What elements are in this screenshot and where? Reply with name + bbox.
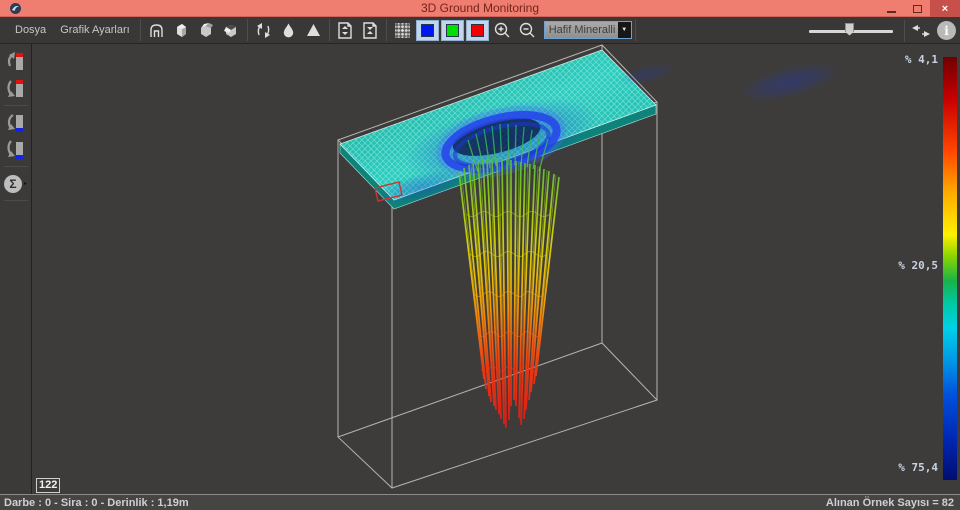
sidebar-separator <box>4 105 28 106</box>
color-scale-label-top: % 4,1 <box>905 53 938 66</box>
status-bar: Darbe : 0 - Sira : 0 - Derinlik : 1,19m … <box>0 494 960 510</box>
minimize-button[interactable] <box>878 0 904 17</box>
funnel-curtain <box>459 158 559 428</box>
sidebar-rotate-red-1-button[interactable] <box>3 48 29 75</box>
slider-thumb[interactable] <box>845 23 854 36</box>
status-right-text: Alınan Örnek Sayısı = 82 <box>826 497 960 509</box>
rotate-column-blue-up-icon <box>5 111 27 135</box>
chevron-down-icon[interactable]: ▼ <box>618 22 631 38</box>
green-swatch-icon <box>446 24 459 37</box>
rotate-column-blue-down-icon <box>5 138 27 162</box>
caret-right-icon[interactable]: ▸ <box>24 180 27 187</box>
sidebar-rotate-red-2-button[interactable] <box>3 75 29 102</box>
menu-grafik-ayarlari[interactable]: Grafik Ayarları <box>53 17 137 43</box>
window-title: 3D Ground Monitoring <box>0 0 960 17</box>
rotate-view-button[interactable] <box>251 18 276 42</box>
minimize-icon <box>887 11 896 13</box>
rotate-column-red-down-icon <box>5 77 27 101</box>
zoom-out-icon <box>518 21 537 40</box>
status-left-text: Darbe : 0 - Sira : 0 - Derinlik : 1,19m <box>0 497 189 509</box>
swap-arrows-icon <box>910 23 932 39</box>
cone-icon <box>305 22 322 39</box>
sidebar-separator <box>4 200 28 201</box>
sidebar-separator <box>4 166 28 167</box>
mineral-type-dropdown[interactable]: Hafif Mineralli ▼ <box>544 21 632 39</box>
cube-open-top-button[interactable] <box>194 18 219 42</box>
sample-count-badge: 122 <box>36 478 60 493</box>
doc-expand-icon <box>336 21 354 40</box>
zoom-in-icon <box>493 21 512 40</box>
color-scale-bar <box>943 57 957 480</box>
color-scale-label-middle: % 20,5 <box>898 259 938 272</box>
sigma-icon: Σ <box>4 175 22 193</box>
doc-collapse-icon <box>361 21 379 40</box>
toolbar-separator <box>635 19 636 41</box>
ground-slab-mesh <box>340 50 844 210</box>
close-button[interactable]: × <box>930 0 960 17</box>
opacity-slider[interactable] <box>809 21 893 41</box>
rotate-column-red-up-icon <box>5 50 27 74</box>
zoom-in-button[interactable] <box>490 18 515 42</box>
toolbar-separator <box>140 19 141 41</box>
rotate-arrows-icon <box>253 22 274 39</box>
cube-open-top-icon <box>197 22 215 39</box>
sidebar-rotate-blue-1-button[interactable] <box>3 109 29 136</box>
color-red-button[interactable] <box>466 20 489 41</box>
grid-button[interactable] <box>390 18 415 42</box>
menu-dosya[interactable]: Dosya <box>8 17 53 43</box>
home-icon <box>148 22 165 39</box>
color-blue-button[interactable] <box>416 20 439 41</box>
grid-icon <box>393 21 412 40</box>
cube-open-front-button[interactable] <box>219 18 244 42</box>
viewport-3d[interactable]: % 4,1 % 20,5 % 75,4 <box>32 44 960 494</box>
sidebar-rotate-blue-2-button[interactable] <box>3 136 29 163</box>
zoom-out-button[interactable] <box>515 18 540 42</box>
red-swatch-icon <box>471 24 484 37</box>
cone-button[interactable] <box>301 18 326 42</box>
doc-collapse-button[interactable] <box>358 18 383 42</box>
droplet-icon <box>281 22 296 39</box>
color-scale-label-bottom: % 75,4 <box>898 461 938 474</box>
doc-expand-button[interactable] <box>333 18 358 42</box>
toolbar-separator <box>904 20 905 42</box>
toolbar-right: i <box>809 17 956 44</box>
home-button[interactable] <box>144 18 169 42</box>
title-bar: 3D Ground Monitoring × <box>0 0 960 17</box>
maximize-button[interactable] <box>904 0 930 17</box>
info-button[interactable]: i <box>937 21 956 40</box>
ground-model-3d-plot[interactable] <box>32 44 960 494</box>
cube-open-front-icon <box>222 22 240 39</box>
color-green-button[interactable] <box>441 20 464 41</box>
sidebar-sum-button[interactable]: Σ ▸ <box>3 170 29 197</box>
app-window: 3D Ground Monitoring × Dosya Grafik Ayar… <box>0 0 960 510</box>
dropdown-value: Hafif Mineralli <box>545 24 618 36</box>
swap-arrows-button[interactable] <box>908 19 933 43</box>
toolbar-separator <box>329 19 330 41</box>
cube-solid-icon <box>173 22 190 39</box>
cube-solid-button[interactable] <box>169 18 194 42</box>
toolbar-separator <box>386 19 387 41</box>
droplet-button[interactable] <box>276 18 301 42</box>
maximize-icon <box>913 5 922 13</box>
left-sidebar: Σ ▸ <box>0 44 32 494</box>
blue-swatch-icon <box>421 24 434 37</box>
toolbar-separator <box>247 19 248 41</box>
